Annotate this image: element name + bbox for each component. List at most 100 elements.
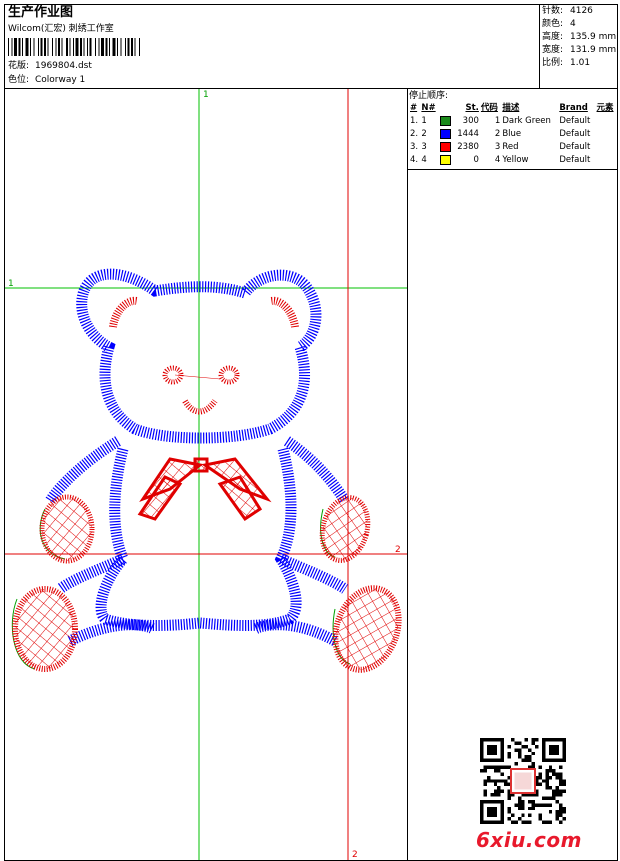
design-file-label: 花版: [8,61,30,71]
qr-finder [548,744,560,756]
qr-cell [517,817,522,821]
qr-cell [559,813,563,818]
qr-cell [524,755,529,759]
qr-cell [493,765,498,769]
table-row: 3. 3 2380 3 Red Default [409,141,617,154]
qr-cell [517,741,522,745]
qr-cell [497,786,501,790]
row-no: 4. [410,155,419,165]
qr-cell [555,817,560,821]
qr-cell [548,786,553,790]
qr-cell [521,806,525,811]
row-needle: 3 [421,142,427,152]
qr-cell [555,789,560,794]
table-header-row: # N# St. 代码 描述 Brand 元素 [409,102,617,115]
barcode-bar [131,38,133,56]
row-needle: 4 [421,155,427,165]
qr-cell [514,748,518,752]
row-code: 1 [494,116,501,126]
barcode-bar [18,38,21,56]
qr-cell [552,793,556,797]
row-desc: Dark Green [502,116,551,126]
qr-cell [507,806,511,811]
stop-sequence-title: 停止顺序: [409,91,449,101]
qr-cell [555,786,560,790]
qr-cell [514,820,518,824]
qr-cell [517,803,522,807]
stat-scale-label: 比例: [542,58,564,68]
qr-cell [490,765,494,769]
row-brand: Default [559,116,591,126]
qr-cell [559,772,563,776]
row-no: 1. [410,116,419,126]
qr-cell [521,803,525,807]
row-stitches: 0 [473,155,479,165]
qr-cell [541,803,546,807]
barcode-bar [75,38,79,56]
row-brand: Default [559,142,591,152]
qr-cell [493,768,498,773]
col-header: # [410,103,418,113]
row-element [596,141,617,154]
qr-cell [524,758,529,763]
design-file-value: 1969804.dst [35,61,92,71]
qr-cell [555,810,560,814]
qr-cell [524,820,529,824]
qr-cell [517,799,522,804]
qr-cell [528,813,532,818]
qr-cell [562,810,566,814]
row-code: 2 [494,129,501,139]
barcode-bar [44,38,46,56]
stat-stitches-label: 针数: [542,6,564,16]
barcode [8,38,140,56]
barcode-bar [38,38,39,56]
qr-cell [521,813,525,818]
row-needle: 2 [421,129,427,139]
barcode-bar [8,38,9,56]
qr-cell [552,796,556,800]
row-swatch [439,154,454,167]
col-header: 描述 [502,103,520,113]
qr-cell [548,810,553,814]
qr-cell [524,744,529,749]
barcode-bar [105,38,108,56]
barcode-bar [58,38,60,56]
table-row: 4. 4 0 4 Yellow Default [409,154,617,167]
qr-cell [497,765,501,769]
ears-inner [109,296,299,328]
table-row: 2. 2 1444 2 Blue Default [409,128,617,141]
qr-cell [545,779,549,783]
row-stitches: 300 [462,116,479,126]
row-swatch [439,141,454,154]
qr-cell [497,779,501,783]
barcode-bar [73,38,74,56]
qr-cell [500,765,505,769]
qr-cell [559,820,563,824]
qr-cell [545,820,549,824]
qr-cell [562,782,566,787]
row-element [596,115,617,128]
qr-cell [483,793,487,797]
company-name: Wilcom(汇宏) 刺绣工作室 [8,24,114,34]
embroidery-design-canvas: 1 1 2 2 [5,89,407,860]
stops-divider [407,169,618,170]
qr-cell [562,817,566,821]
color-swatch [439,128,451,139]
qr-cell [548,803,553,807]
guide-h2-label: 2 [395,545,401,555]
qr-cell [531,762,536,766]
barcode-bar [127,38,130,56]
barcode-bar [125,38,126,56]
qr-cell [521,758,525,763]
qr-cell [555,813,560,818]
qr-cell [517,755,522,759]
qr-cell [538,803,542,807]
barcode-bar [109,38,110,56]
guide-v1-label: 1 [203,90,209,100]
col-header [439,102,454,115]
qr-code [480,738,566,824]
qr-cell [555,793,560,797]
qr-cell [541,820,546,824]
qr-cell [545,772,549,776]
stat-height-label: 高度: [542,32,564,42]
